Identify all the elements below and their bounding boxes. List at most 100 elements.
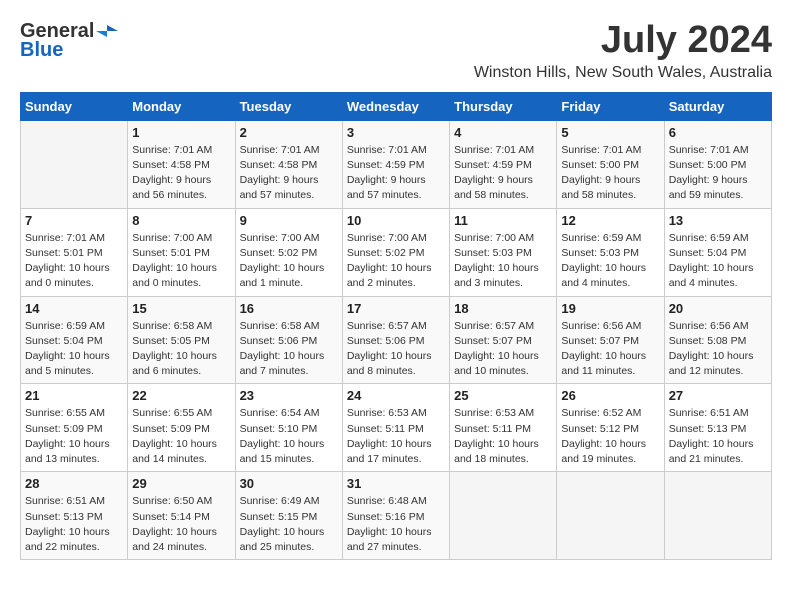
calendar-cell: 27 Sunrise: 6:51 AM Sunset: 5:13 PM Dayli… bbox=[664, 384, 771, 472]
day-number: 13 bbox=[669, 213, 767, 228]
title-section: July 2024 Winston Hills, New South Wales… bbox=[474, 20, 772, 82]
calendar-cell: 3 Sunrise: 7:01 AM Sunset: 4:59 PM Daylig… bbox=[342, 120, 449, 208]
calendar-cell: 2 Sunrise: 7:01 AM Sunset: 4:58 PM Daylig… bbox=[235, 120, 342, 208]
day-info: Sunrise: 7:01 AM Sunset: 4:59 PM Dayligh… bbox=[347, 143, 445, 204]
calendar-cell: 12 Sunrise: 6:59 AM Sunset: 5:03 PM Dayli… bbox=[557, 208, 664, 296]
day-info: Sunrise: 6:57 AM Sunset: 5:06 PM Dayligh… bbox=[347, 319, 445, 380]
calendar-week-row: 21Sunrise: 6:55 AM Sunset: 5:09 PM Dayli… bbox=[21, 384, 772, 472]
day-info: Sunrise: 6:52 AM Sunset: 5:12 PM Dayligh… bbox=[561, 406, 659, 467]
day-info: Sunrise: 6:59 AM Sunset: 5:04 PM Dayligh… bbox=[25, 319, 123, 380]
day-info: Sunrise: 6:51 AM Sunset: 5:13 PM Dayligh… bbox=[25, 494, 123, 555]
day-info: Sunrise: 7:01 AM Sunset: 4:59 PM Dayligh… bbox=[454, 143, 552, 204]
day-info: Sunrise: 7:01 AM Sunset: 5:01 PM Dayligh… bbox=[25, 231, 123, 292]
logo-blue-text: Blue bbox=[20, 39, 63, 62]
calendar-body: 1 Sunrise: 7:01 AM Sunset: 4:58 PM Daylig… bbox=[21, 120, 772, 559]
day-number: 24 bbox=[347, 388, 445, 403]
day-info: Sunrise: 6:48 AM Sunset: 5:16 PM Dayligh… bbox=[347, 494, 445, 555]
calendar-cell: 21Sunrise: 6:55 AM Sunset: 5:09 PM Dayli… bbox=[21, 384, 128, 472]
calendar-cell: 24 Sunrise: 6:53 AM Sunset: 5:11 PM Dayli… bbox=[342, 384, 449, 472]
day-info: Sunrise: 6:59 AM Sunset: 5:04 PM Dayligh… bbox=[669, 231, 767, 292]
day-info: Sunrise: 6:53 AM Sunset: 5:11 PM Dayligh… bbox=[347, 406, 445, 467]
day-number: 7 bbox=[25, 213, 123, 228]
day-of-week-wednesday: Wednesday bbox=[342, 92, 449, 120]
day-number: 16 bbox=[240, 301, 338, 316]
calendar-table: SundayMondayTuesdayWednesdayThursdayFrid… bbox=[20, 92, 772, 560]
calendar-cell: 17 Sunrise: 6:57 AM Sunset: 5:06 PM Dayli… bbox=[342, 296, 449, 384]
calendar-cell: 13 Sunrise: 6:59 AM Sunset: 5:04 PM Dayli… bbox=[664, 208, 771, 296]
day-number: 14 bbox=[25, 301, 123, 316]
day-info: Sunrise: 6:55 AM Sunset: 5:09 PM Dayligh… bbox=[132, 406, 230, 467]
calendar-cell bbox=[450, 472, 557, 560]
day-info: Sunrise: 6:58 AM Sunset: 5:05 PM Dayligh… bbox=[132, 319, 230, 380]
calendar-cell: 6Sunrise: 7:01 AM Sunset: 5:00 PM Daylig… bbox=[664, 120, 771, 208]
calendar-cell: 10 Sunrise: 7:00 AM Sunset: 5:02 PM Dayli… bbox=[342, 208, 449, 296]
calendar-cell: 20Sunrise: 6:56 AM Sunset: 5:08 PM Dayli… bbox=[664, 296, 771, 384]
calendar-cell: 15 Sunrise: 6:58 AM Sunset: 5:05 PM Dayli… bbox=[128, 296, 235, 384]
month-year-title: July 2024 bbox=[474, 20, 772, 62]
calendar-cell bbox=[557, 472, 664, 560]
calendar-cell: 19 Sunrise: 6:56 AM Sunset: 5:07 PM Dayli… bbox=[557, 296, 664, 384]
location-subtitle: Winston Hills, New South Wales, Australi… bbox=[474, 64, 772, 82]
day-number: 1 bbox=[132, 125, 230, 140]
day-number: 22 bbox=[132, 388, 230, 403]
day-of-week-thursday: Thursday bbox=[450, 92, 557, 120]
day-number: 12 bbox=[561, 213, 659, 228]
day-number: 15 bbox=[132, 301, 230, 316]
day-number: 9 bbox=[240, 213, 338, 228]
day-number: 30 bbox=[240, 476, 338, 491]
logo: General Blue bbox=[20, 20, 118, 62]
calendar-cell bbox=[21, 120, 128, 208]
calendar-cell: 23 Sunrise: 6:54 AM Sunset: 5:10 PM Dayli… bbox=[235, 384, 342, 472]
calendar-cell: 9 Sunrise: 7:00 AM Sunset: 5:02 PM Daylig… bbox=[235, 208, 342, 296]
day-number: 26 bbox=[561, 388, 659, 403]
day-number: 10 bbox=[347, 213, 445, 228]
day-number: 11 bbox=[454, 213, 552, 228]
day-of-week-saturday: Saturday bbox=[664, 92, 771, 120]
day-info: Sunrise: 7:00 AM Sunset: 5:02 PM Dayligh… bbox=[347, 231, 445, 292]
day-info: Sunrise: 6:59 AM Sunset: 5:03 PM Dayligh… bbox=[561, 231, 659, 292]
day-number: 23 bbox=[240, 388, 338, 403]
calendar-cell: 8 Sunrise: 7:00 AM Sunset: 5:01 PM Daylig… bbox=[128, 208, 235, 296]
day-number: 17 bbox=[347, 301, 445, 316]
day-number: 25 bbox=[454, 388, 552, 403]
day-of-week-tuesday: Tuesday bbox=[235, 92, 342, 120]
day-number: 31 bbox=[347, 476, 445, 491]
day-number: 5 bbox=[561, 125, 659, 140]
calendar-week-row: 14 Sunrise: 6:59 AM Sunset: 5:04 PM Dayli… bbox=[21, 296, 772, 384]
calendar-cell: 7 Sunrise: 7:01 AM Sunset: 5:01 PM Daylig… bbox=[21, 208, 128, 296]
day-number: 19 bbox=[561, 301, 659, 316]
day-number: 2 bbox=[240, 125, 338, 140]
day-info: Sunrise: 6:56 AM Sunset: 5:07 PM Dayligh… bbox=[561, 319, 659, 380]
calendar-cell: 31 Sunrise: 6:48 AM Sunset: 5:16 PM Dayli… bbox=[342, 472, 449, 560]
day-info: Sunrise: 7:00 AM Sunset: 5:01 PM Dayligh… bbox=[132, 231, 230, 292]
day-info: Sunrise: 7:01 AM Sunset: 5:00 PM Dayligh… bbox=[669, 143, 767, 204]
calendar-cell: 18 Sunrise: 6:57 AM Sunset: 5:07 PM Dayli… bbox=[450, 296, 557, 384]
calendar-week-row: 7 Sunrise: 7:01 AM Sunset: 5:01 PM Daylig… bbox=[21, 208, 772, 296]
calendar-cell: 29 Sunrise: 6:50 AM Sunset: 5:14 PM Dayli… bbox=[128, 472, 235, 560]
day-info: Sunrise: 7:00 AM Sunset: 5:02 PM Dayligh… bbox=[240, 231, 338, 292]
day-info: Sunrise: 6:54 AM Sunset: 5:10 PM Dayligh… bbox=[240, 406, 338, 467]
day-of-week-monday: Monday bbox=[128, 92, 235, 120]
day-number: 3 bbox=[347, 125, 445, 140]
day-info: Sunrise: 6:56 AM Sunset: 5:08 PM Dayligh… bbox=[669, 319, 767, 380]
day-info: Sunrise: 6:57 AM Sunset: 5:07 PM Dayligh… bbox=[454, 319, 552, 380]
calendar-week-row: 28Sunrise: 6:51 AM Sunset: 5:13 PM Dayli… bbox=[21, 472, 772, 560]
day-of-week-sunday: Sunday bbox=[21, 92, 128, 120]
calendar-cell: 25Sunrise: 6:53 AM Sunset: 5:11 PM Dayli… bbox=[450, 384, 557, 472]
calendar-week-row: 1 Sunrise: 7:01 AM Sunset: 4:58 PM Daylig… bbox=[21, 120, 772, 208]
day-info: Sunrise: 6:51 AM Sunset: 5:13 PM Dayligh… bbox=[669, 406, 767, 467]
calendar-cell: 14 Sunrise: 6:59 AM Sunset: 5:04 PM Dayli… bbox=[21, 296, 128, 384]
day-number: 18 bbox=[454, 301, 552, 316]
day-info: Sunrise: 7:01 AM Sunset: 4:58 PM Dayligh… bbox=[240, 143, 338, 204]
calendar-cell: 5Sunrise: 7:01 AM Sunset: 5:00 PM Daylig… bbox=[557, 120, 664, 208]
day-number: 8 bbox=[132, 213, 230, 228]
day-info: Sunrise: 6:58 AM Sunset: 5:06 PM Dayligh… bbox=[240, 319, 338, 380]
day-info: Sunrise: 6:50 AM Sunset: 5:14 PM Dayligh… bbox=[132, 494, 230, 555]
day-info: Sunrise: 7:01 AM Sunset: 4:58 PM Dayligh… bbox=[132, 143, 230, 204]
days-of-week-row: SundayMondayTuesdayWednesdayThursdayFrid… bbox=[21, 92, 772, 120]
day-number: 4 bbox=[454, 125, 552, 140]
calendar-cell: 22 Sunrise: 6:55 AM Sunset: 5:09 PM Dayli… bbox=[128, 384, 235, 472]
day-info: Sunrise: 6:55 AM Sunset: 5:09 PM Dayligh… bbox=[25, 406, 123, 467]
day-number: 27 bbox=[669, 388, 767, 403]
day-number: 29 bbox=[132, 476, 230, 491]
